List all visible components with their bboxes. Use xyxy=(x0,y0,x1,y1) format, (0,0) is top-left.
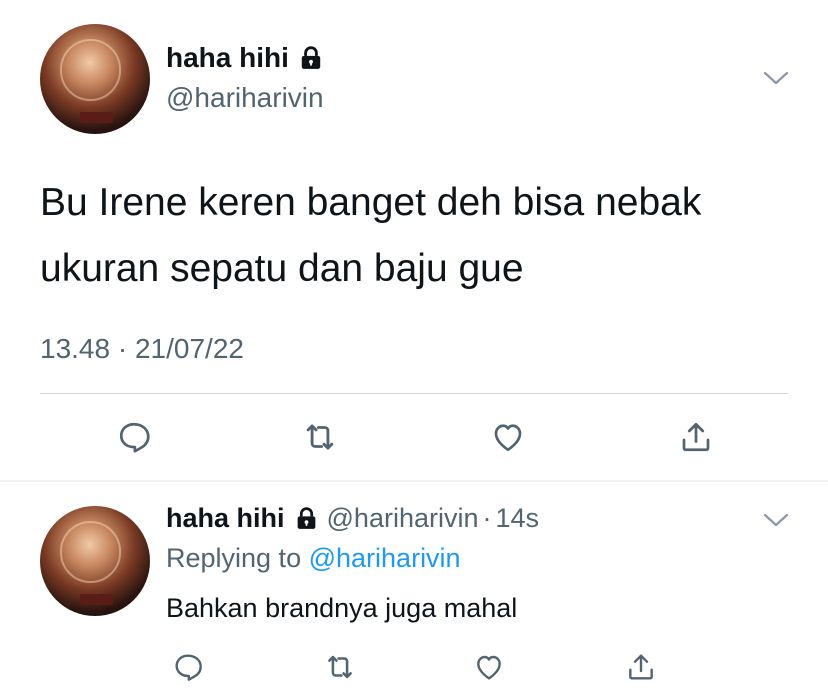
reply-icon xyxy=(175,654,202,681)
replying-to-mention[interactable]: @hariharivin xyxy=(309,543,461,573)
reply-icon xyxy=(119,422,150,453)
share-icon xyxy=(629,654,653,680)
lock-icon xyxy=(298,45,324,71)
reply-author-handle[interactable]: @hariharivin xyxy=(327,503,479,534)
author-handle[interactable]: @hariharivin xyxy=(166,82,324,114)
reply-button[interactable] xyxy=(168,647,208,687)
tweet-text: Bu Irene keren banget deh bisa nebak uku… xyxy=(40,170,800,302)
tweet-thread: haha hihi @hariharivin Bu Irene keren ba… xyxy=(0,0,828,695)
like-button[interactable] xyxy=(488,417,528,457)
tweet-text-line-2: ukuran sepatu dan baju gue xyxy=(40,247,524,290)
like-icon xyxy=(477,655,501,680)
reply-age[interactable]: 14s xyxy=(495,503,539,534)
avatar-stand-decoration xyxy=(79,112,113,123)
retweet-button[interactable] xyxy=(320,647,360,687)
reply-header: haha hihi @hariharivin · 14s xyxy=(166,503,539,534)
tweet-time: 13.48 xyxy=(40,333,111,364)
thread-separator xyxy=(0,480,828,482)
replying-to-label: Replying to xyxy=(166,543,302,573)
retweet-icon xyxy=(328,655,352,679)
tweet-date: 21/07/22 xyxy=(134,333,244,364)
divider xyxy=(40,393,788,394)
like-icon xyxy=(494,424,522,452)
author-name-label: haha hihi xyxy=(166,42,289,73)
avatar[interactable] xyxy=(40,24,150,134)
avatar-stand-decoration xyxy=(79,594,113,605)
chevron-down-icon[interactable] xyxy=(763,512,789,528)
reply-button[interactable] xyxy=(114,417,154,457)
reply-author-name[interactable]: haha hihi xyxy=(166,503,285,534)
author-name[interactable]: haha hihi xyxy=(166,42,324,74)
share-icon xyxy=(682,422,710,452)
chevron-down-icon[interactable] xyxy=(763,70,789,86)
retweet-button[interactable] xyxy=(300,417,340,457)
replying-to: Replying to @hariharivin xyxy=(166,543,461,574)
share-button[interactable] xyxy=(621,647,661,687)
meta-separator: · xyxy=(117,333,128,364)
reply-avatar[interactable] xyxy=(40,506,150,616)
retweet-icon xyxy=(306,424,334,450)
reply-text: Bahkan brandnya juga mahal xyxy=(166,593,518,623)
reply-meta-separator: · xyxy=(482,503,492,533)
tweet-timestamp[interactable]: 13.48 · 21/07/22 xyxy=(40,333,244,365)
lock-icon xyxy=(294,506,319,531)
tweet-text-line-1: Bu Irene keren banget deh bisa nebak xyxy=(40,181,702,224)
avatar-globe-decoration xyxy=(59,39,122,101)
like-button[interactable] xyxy=(469,647,509,687)
share-button[interactable] xyxy=(676,417,716,457)
avatar-globe-decoration xyxy=(59,521,122,583)
